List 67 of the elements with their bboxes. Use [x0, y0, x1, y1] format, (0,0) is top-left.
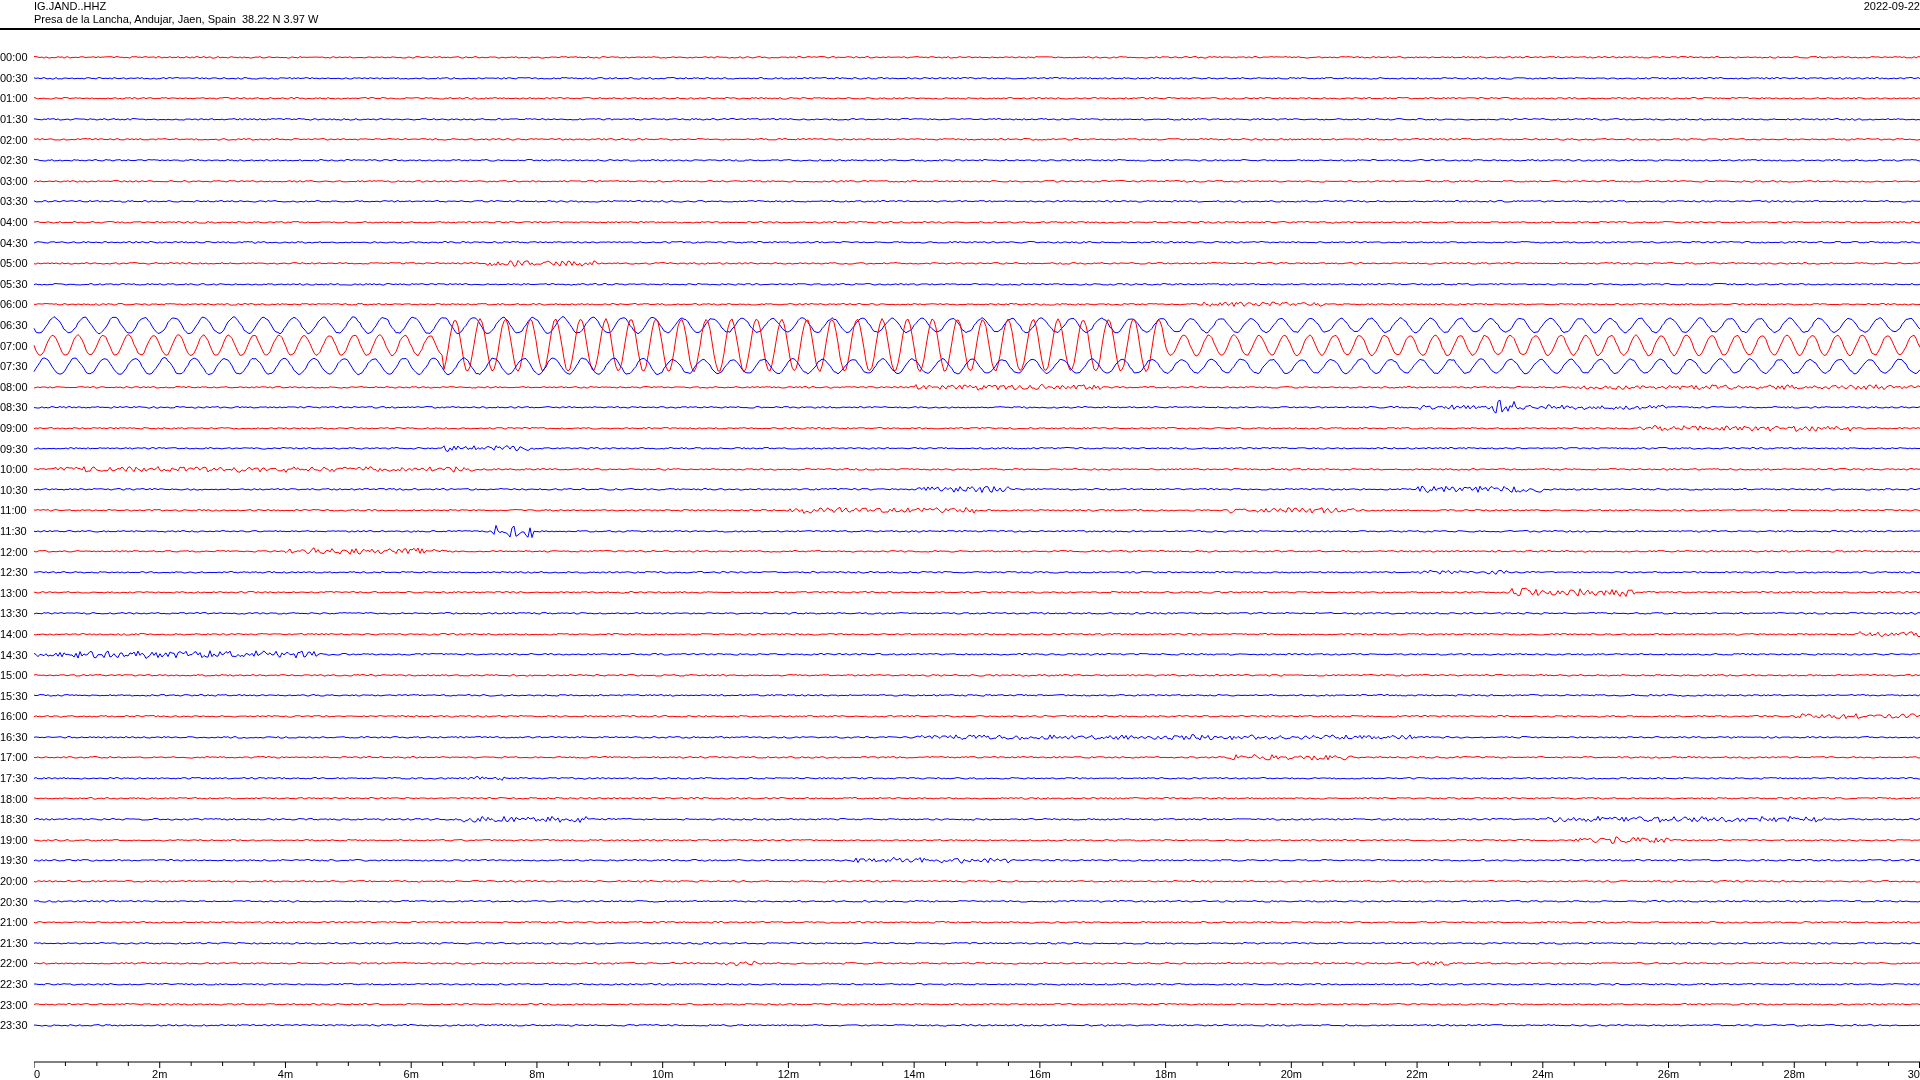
time-label: 00:00	[0, 51, 29, 64]
axis-tick-label: 6m	[403, 1067, 419, 1080]
time-label: 06:30	[0, 319, 29, 331]
time-label: 11:00	[0, 504, 28, 517]
time-label: 14:00	[0, 627, 29, 640]
time-label: 13:30	[0, 607, 29, 620]
axis-tick-label: 26m	[1657, 1067, 1680, 1080]
time-label: 02:00	[0, 133, 29, 146]
axis-tick-label: 30	[1907, 1067, 1920, 1080]
time-label: 22:00	[0, 957, 29, 970]
time-label: 05:30	[0, 277, 29, 290]
time-label: 01:00	[0, 92, 29, 105]
axis-tick-label: 10m	[651, 1067, 674, 1080]
time-label: 23:00	[0, 998, 29, 1011]
axis-tick-label: 8m	[529, 1067, 545, 1080]
axis-tick-label: 28m	[1783, 1067, 1805, 1080]
time-label: 02:30	[0, 154, 29, 167]
time-label: 07:00	[0, 339, 29, 352]
time-label: 11:30	[0, 524, 28, 537]
time-label: 04:00	[0, 216, 29, 229]
time-label: 22:30	[0, 978, 29, 990]
time-label: 17:30	[0, 772, 29, 785]
time-label: 07:30	[0, 360, 29, 373]
time-label: 08:30	[0, 401, 29, 414]
axis-tick-label: 0	[34, 1067, 41, 1080]
time-label: 10:30	[0, 483, 29, 496]
axis-tick-label: 22m	[1406, 1067, 1428, 1080]
time-label: 21:30	[0, 936, 29, 949]
time-label: 19:00	[0, 833, 29, 846]
time-label: 09:00	[0, 422, 29, 434]
time-label: 19:30	[0, 854, 29, 867]
time-label: 06:00	[0, 298, 29, 311]
time-label: 08:00	[0, 380, 29, 393]
time-label: 23:30	[0, 1019, 29, 1032]
time-label: 03:30	[0, 195, 29, 208]
time-label: 15:00	[0, 669, 29, 682]
time-label: 15:30	[0, 689, 29, 702]
time-label: 21:00	[0, 916, 29, 929]
time-label: 13:00	[0, 586, 29, 599]
axis-tick-label: 20m	[1280, 1067, 1303, 1080]
time-label: 16:00	[0, 710, 29, 723]
time-label: 10:00	[0, 463, 29, 476]
axis-tick-label: 14m	[903, 1067, 925, 1080]
time-label: 04:30	[0, 236, 29, 249]
time-label: 14:30	[0, 648, 29, 661]
time-label: 03:00	[0, 174, 29, 187]
axis-tick-label: 2m	[152, 1067, 168, 1080]
axis-tick-label: 18m	[1154, 1067, 1177, 1080]
time-label: 12:00	[0, 545, 29, 558]
axis-tick-label: 16m	[1029, 1067, 1051, 1080]
time-label: 09:30	[0, 442, 29, 455]
time-label: 00:30	[0, 71, 29, 84]
time-label: 05:00	[0, 257, 29, 270]
station-code: IG.JAND..HHZ	[34, 0, 108, 13]
axis-tick-label: 4m	[277, 1067, 294, 1080]
plot-date: 2022-09-22	[1863, 0, 1920, 14]
time-label: 01:30	[0, 113, 29, 126]
time-label: 17:00	[0, 751, 29, 764]
time-label: 20:00	[0, 875, 29, 888]
time-label: 12:30	[0, 566, 29, 579]
axis-tick-label: 24m	[1532, 1067, 1554, 1080]
axis-tick-label: 12m	[777, 1067, 800, 1080]
time-label: 18:30	[0, 813, 29, 826]
station-location: Presa de la Lancha, Andujar, Jaen, Spain 38.22 N 3.97 W	[34, 13, 319, 26]
time-label: 20:30	[0, 895, 29, 908]
time-label: 18:00	[0, 792, 29, 805]
time-label: 16:30	[0, 730, 29, 743]
